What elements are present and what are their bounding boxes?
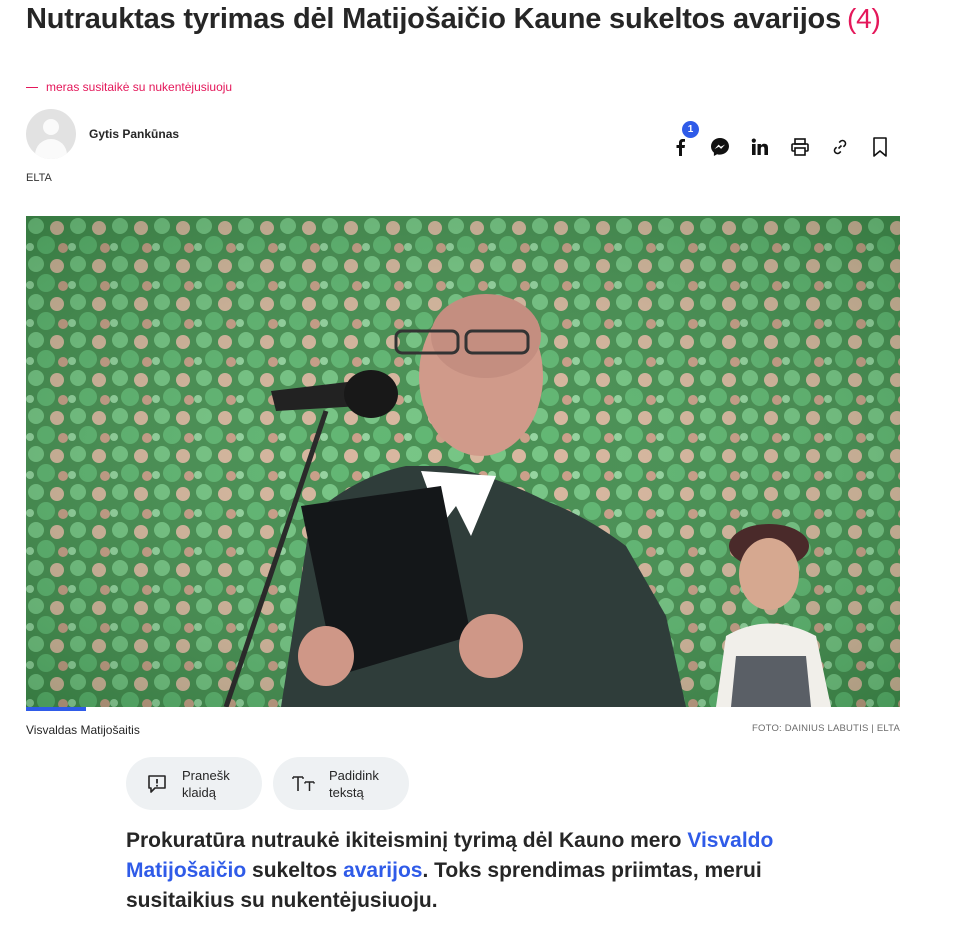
photo-caption: Visvaldas Matijošaitis	[26, 723, 140, 737]
increase-text-label: Padidink tekstą	[329, 767, 379, 800]
author-name[interactable]: Gytis Pankūnas	[89, 127, 179, 141]
article-headline: Nutrauktas tyrimas dėl Matijošaičio Kaun…	[26, 0, 906, 38]
tag-link-avarijos[interactable]: avarijos	[343, 859, 422, 882]
comments-count-link[interactable]: (4)	[847, 3, 881, 34]
gallery-progress-indicator	[26, 707, 86, 711]
report-error-label: Pranešk klaidą	[182, 767, 230, 800]
article-subtitle: meras susitaikė su nukentėjusiuoju	[26, 80, 232, 94]
link-icon	[833, 139, 847, 155]
article-photo[interactable]	[26, 216, 900, 707]
avatar[interactable]	[26, 109, 76, 159]
facebook-share-count: 1	[682, 121, 699, 138]
messenger-share-button[interactable]	[705, 130, 735, 164]
subtitle-text: meras susitaikė su nukentėjusiuoju	[46, 80, 233, 94]
messenger-icon	[711, 138, 729, 156]
article-source: ELTA	[26, 172, 52, 184]
facebook-share-button[interactable]: 1	[665, 121, 699, 164]
lead-text-2: sukeltos	[246, 859, 344, 882]
share-bar: 1	[665, 121, 905, 164]
speaker-photo-image	[26, 216, 900, 707]
print-button[interactable]	[785, 130, 815, 164]
facebook-icon	[676, 139, 685, 156]
text-size-icon	[291, 771, 317, 797]
subtitle-dash	[26, 86, 38, 88]
article-lead: Prokuratūra nutraukė ikiteisminį tyrimą …	[126, 826, 826, 916]
report-error-button[interactable]: Pranešk klaidą	[126, 757, 262, 810]
photo-credit: FOTO: DAINIUS LABUTIS | ELTA	[752, 723, 900, 734]
bookmark-button[interactable]	[865, 130, 895, 164]
author-block[interactable]: Gytis Pankūnas	[26, 109, 179, 159]
print-icon	[791, 138, 809, 156]
article-tools: Pranešk klaidą Padidink tekstą	[126, 757, 420, 810]
report-error-icon	[144, 771, 170, 797]
linkedin-share-button[interactable]	[745, 130, 775, 164]
avatar-placeholder-icon	[43, 119, 59, 135]
copy-link-button[interactable]	[825, 130, 855, 164]
headline-text: Nutrauktas tyrimas dėl Matijošaičio Kaun…	[26, 3, 841, 35]
lead-text-1: Prokuratūra nutraukė ikiteisminį tyrimą …	[126, 829, 688, 852]
linkedin-icon	[751, 138, 768, 155]
increase-text-button[interactable]: Padidink tekstą	[273, 757, 409, 810]
bookmark-icon	[873, 137, 887, 157]
